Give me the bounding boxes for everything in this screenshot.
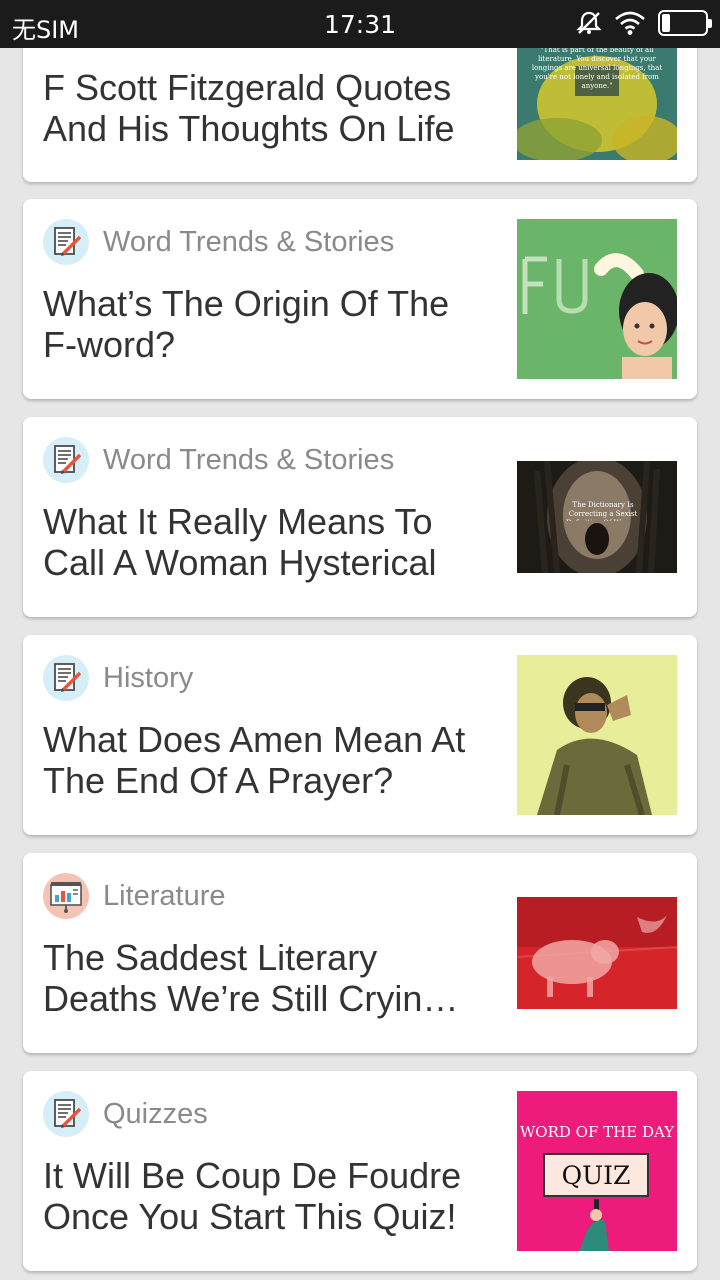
article-card[interactable]: Word Trends & Stories What’s The Origin … (23, 199, 697, 399)
article-thumbnail: "That is part of the beauty of all liter… (517, 44, 677, 160)
thumbnail-overlay-text: The Dictionary Is Correcting a Sexist De… (566, 501, 640, 521)
article-thumbnail (517, 897, 677, 1009)
article-card[interactable]: History What Does Amen Mean At The End O… (23, 635, 697, 835)
article-card[interactable]: Word Trends & Stories What It Really Mea… (23, 417, 697, 617)
document-pencil-icon (43, 655, 89, 701)
presentation-board-icon (43, 873, 89, 919)
document-pencil-icon (43, 219, 89, 265)
article-thumbnail (517, 655, 677, 815)
article-feed: F Scott Fitzgerald Quotes And His Though… (0, 0, 720, 1280)
document-pencil-icon (43, 1091, 89, 1137)
status-bar: 无SIM 17:31 (0, 0, 720, 48)
article-thumbnail: The Dictionary Is Correcting a Sexist De… (517, 461, 677, 573)
article-thumbnail: WORD OF THE DAY QUIZ (517, 1091, 677, 1251)
category-label: Word Trends & Stories (103, 225, 395, 258)
article-title: The Saddest Literary Deaths We’re Still … (43, 937, 459, 1019)
article-card[interactable]: Literature The Saddest Literary Deaths W… (23, 853, 697, 1053)
category-label: Word Trends & Stories (103, 443, 395, 476)
article-title: F Scott Fitzgerald Quotes And His Though… (43, 67, 455, 149)
thumbnail-quote-text: "That is part of the beauty of all liter… (531, 46, 663, 90)
battery-icon (658, 10, 712, 36)
article-title: What’s The Origin Of The F-word? (43, 283, 450, 365)
wifi-icon (614, 10, 646, 36)
category-label: History (103, 661, 194, 694)
article-card[interactable]: Quizzes It Will Be Coup De Foudre Once Y… (23, 1071, 697, 1271)
article-title: It Will Be Coup De Foudre Once You Start… (43, 1155, 462, 1237)
article-thumbnail (517, 219, 677, 379)
document-pencil-icon (43, 437, 89, 483)
mute-icon (576, 10, 602, 36)
category-label: Quizzes (103, 1097, 208, 1130)
article-title: What It Really Means To Call A Woman Hys… (43, 501, 437, 583)
article-title: What Does Amen Mean At The End Of A Pray… (43, 719, 466, 801)
category-label: Literature (103, 879, 226, 912)
